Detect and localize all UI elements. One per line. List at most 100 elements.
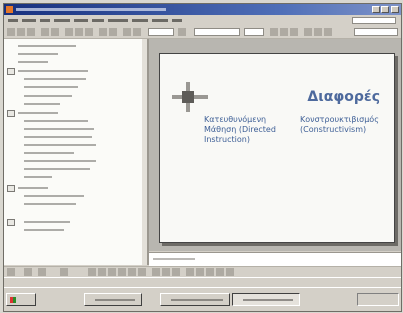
select-arrow-icon[interactable] — [24, 268, 32, 276]
bold-icon[interactable] — [270, 28, 278, 36]
redo-icon[interactable] — [109, 28, 117, 36]
outline-text-line — [18, 45, 76, 47]
fill-color-icon[interactable] — [152, 268, 160, 276]
help-search-input[interactable] — [352, 17, 396, 24]
menu-item[interactable] — [152, 19, 168, 22]
maximize-icon[interactable] — [381, 6, 389, 13]
autoshapes-icon[interactable] — [60, 268, 68, 276]
menu-item[interactable] — [132, 19, 148, 22]
slide[interactable]: Διαφορές Κατευθυνόμενη Μάθηση (Directed … — [159, 53, 395, 243]
open-icon[interactable] — [17, 28, 25, 36]
textbox-icon[interactable] — [128, 268, 136, 276]
preview-icon[interactable] — [51, 28, 59, 36]
taskbar-button[interactable] — [84, 293, 142, 306]
minimize-icon[interactable] — [372, 6, 380, 13]
outline-text-line — [24, 229, 64, 231]
outline-text-line[interactable] — [18, 187, 48, 189]
outline-text-line — [24, 128, 94, 130]
zoom-select[interactable] — [148, 28, 174, 36]
line-icon[interactable] — [88, 268, 96, 276]
outline-text-line — [18, 53, 58, 55]
shadow-icon[interactable] — [216, 268, 224, 276]
cut-icon[interactable] — [65, 28, 73, 36]
slide-right-column[interactable]: Κονστρουκτιβισμός (Constructivism) — [300, 115, 390, 135]
menu-item[interactable] — [22, 19, 36, 22]
line-style-icon[interactable] — [186, 268, 194, 276]
notes-placeholder — [153, 258, 195, 260]
slide-left-column[interactable]: Κατευθυνόμενη Μάθηση (Directed Instructi… — [204, 115, 294, 145]
menu-item[interactable] — [74, 19, 88, 22]
menu-item[interactable] — [54, 19, 70, 22]
outline-pane — [4, 39, 149, 265]
font-size-select[interactable] — [244, 28, 264, 36]
outline-text-line — [24, 103, 60, 105]
underline-icon[interactable] — [290, 28, 298, 36]
system-tray — [357, 293, 399, 306]
slide-icon[interactable] — [7, 219, 15, 226]
slide-icon[interactable] — [7, 185, 15, 192]
outline-text-line — [24, 136, 92, 138]
taskbar — [4, 287, 401, 311]
menu-item[interactable] — [108, 19, 128, 22]
menu-item[interactable] — [172, 19, 182, 22]
windows-flag-icon — [10, 297, 16, 303]
taskbar-button-powerpoint[interactable] — [232, 293, 300, 306]
help-icon[interactable] — [178, 28, 186, 36]
line-color-icon[interactable] — [162, 268, 170, 276]
slide-icon[interactable] — [7, 68, 15, 75]
close-icon[interactable] — [391, 6, 399, 13]
outline-text-line[interactable] — [18, 70, 88, 72]
table-icon[interactable] — [133, 28, 141, 36]
taskbar-button-label — [171, 299, 223, 301]
slide-title[interactable]: Διαφορές — [260, 89, 380, 105]
save-icon[interactable] — [27, 28, 35, 36]
start-button[interactable] — [6, 293, 36, 306]
outline-text-line[interactable] — [18, 112, 58, 114]
taskbar-button-label — [243, 299, 293, 301]
draw-menu-icon[interactable] — [7, 268, 15, 276]
standard-toolbar — [4, 26, 401, 39]
menu-item[interactable] — [8, 19, 18, 22]
oval-icon[interactable] — [118, 268, 126, 276]
outline-text-line — [18, 61, 48, 63]
align-right-icon[interactable] — [324, 28, 332, 36]
new-icon[interactable] — [7, 28, 15, 36]
outline-text-line — [24, 86, 78, 88]
outline-text-line — [24, 78, 86, 80]
notes-pane[interactable] — [149, 252, 401, 266]
copy-icon[interactable] — [75, 28, 83, 36]
slide-decoration — [172, 82, 208, 112]
outline-text-line — [24, 95, 72, 97]
arrow-style-icon[interactable] — [206, 268, 214, 276]
dash-style-icon[interactable] — [196, 268, 204, 276]
window-title — [16, 8, 166, 11]
slide-pane: Διαφορές Κατευθυνόμενη Μάθηση (Directed … — [149, 39, 401, 251]
paste-icon[interactable] — [85, 28, 93, 36]
arrow-icon[interactable] — [98, 268, 106, 276]
align-center-icon[interactable] — [314, 28, 322, 36]
chart-icon[interactable] — [123, 28, 131, 36]
menu-item[interactable] — [92, 19, 104, 22]
outline-text-line — [24, 144, 96, 146]
3d-icon[interactable] — [226, 268, 234, 276]
title-bar — [4, 4, 401, 15]
status-bar — [4, 277, 401, 287]
font-select[interactable] — [194, 28, 240, 36]
slide-icon[interactable] — [7, 110, 15, 117]
rotate-icon[interactable] — [38, 268, 46, 276]
taskbar-button-label — [95, 299, 135, 301]
italic-icon[interactable] — [280, 28, 288, 36]
outline-scrollbar[interactable] — [142, 39, 147, 265]
outline-text-line — [24, 221, 70, 223]
font-color-icon[interactable] — [172, 268, 180, 276]
menu-item[interactable] — [40, 19, 50, 22]
rectangle-icon[interactable] — [108, 268, 116, 276]
outline-text-line — [24, 168, 90, 170]
wordart-icon[interactable] — [138, 268, 146, 276]
outline-text-line — [24, 120, 88, 122]
print-icon[interactable] — [41, 28, 49, 36]
taskbar-button[interactable] — [160, 293, 230, 306]
undo-icon[interactable] — [99, 28, 107, 36]
common-tasks-button[interactable] — [354, 28, 398, 36]
align-left-icon[interactable] — [304, 28, 312, 36]
